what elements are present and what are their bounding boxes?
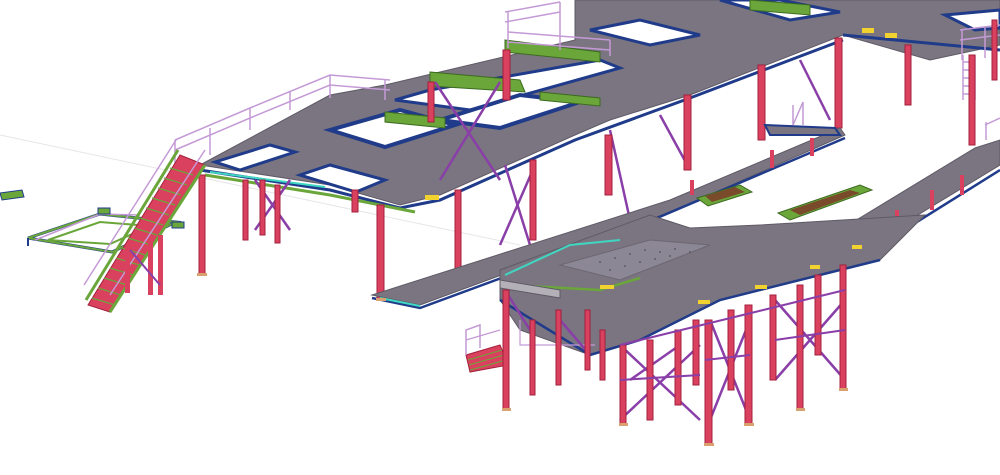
lower-stair xyxy=(465,323,509,373)
structure-3d-view xyxy=(0,0,1000,446)
left-detached-beam xyxy=(0,189,25,201)
equipment-skid-2 xyxy=(776,184,874,221)
upper-main-deck xyxy=(198,0,1000,214)
model-viewport[interactable] xyxy=(0,0,1000,475)
